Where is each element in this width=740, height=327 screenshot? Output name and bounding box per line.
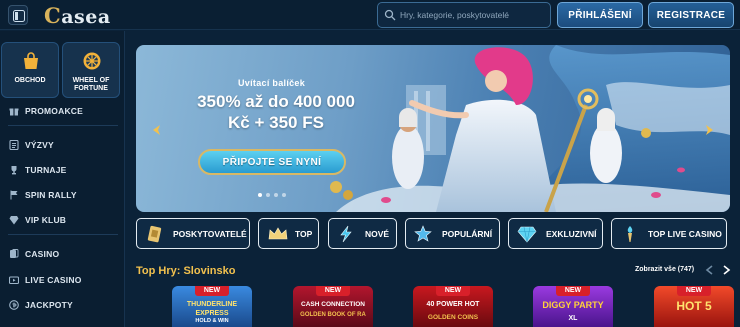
- category-chip-exkluzivni[interactable]: EXKLUZIVNÍ: [508, 218, 603, 249]
- torch-icon: [627, 226, 633, 242]
- banner-dot[interactable]: [282, 193, 286, 197]
- game-card-thunderline-express[interactable]: NEW THUNDERLINE EXPRESS HOLD & WIN: [172, 286, 252, 327]
- gift-icon: [9, 108, 19, 116]
- new-badge: NEW: [436, 286, 470, 296]
- category-chip-top[interactable]: TOP: [258, 218, 319, 249]
- shop-bag-icon: [24, 52, 38, 69]
- promo-banner[interactable]: Uvítací balíček 350% až do 400 000 Kč + …: [136, 45, 730, 212]
- checklist-icon: [9, 140, 19, 150]
- sidebar-tile-shop[interactable]: OBCHOD: [1, 42, 59, 98]
- sidebar-item-spin-rally[interactable]: SPIN RALLY: [0, 184, 124, 206]
- new-badge: NEW: [316, 286, 350, 296]
- game-card-hot-5[interactable]: NEW HOT 5: [654, 286, 734, 327]
- banner-dot[interactable]: [266, 193, 270, 197]
- flag-icon: [10, 190, 18, 200]
- new-badge: NEW: [195, 286, 229, 296]
- game-card-40-power-hot[interactable]: NEW 40 POWER HOT GOLDEN COINS: [413, 286, 493, 327]
- games-prev-icon[interactable]: [704, 264, 716, 276]
- sidebar-tile-label: WHEEL OF FORTUNE: [72, 77, 110, 92]
- sidebar-tile-wheel-of-fortune[interactable]: WHEEL OF FORTUNE: [62, 42, 120, 98]
- sidebar-divider: [8, 234, 118, 235]
- diamond-icon: [9, 216, 19, 225]
- game-title: HOT 5: [676, 299, 712, 313]
- banner-title: 350% až do 400 000 Kč + 350 FS: [176, 91, 376, 133]
- sidebar-item-label: CASINO: [25, 249, 60, 259]
- games-next-icon[interactable]: [720, 264, 732, 276]
- sidebar-tile-label: OBCHOD: [14, 77, 46, 84]
- sidebar-toggle-icon: [13, 10, 25, 22]
- sidebar-item-casino[interactable]: CASINO: [0, 243, 124, 265]
- new-badge: NEW: [677, 286, 711, 296]
- sidebar-item-jackpoty[interactable]: JACKPOTY: [0, 294, 124, 316]
- star-icon: [414, 225, 432, 242]
- sidebar-item-promoakce[interactable]: PROMOAKCE: [0, 100, 124, 122]
- category-chip-top-live-casino[interactable]: TOP LIVE CASINO: [611, 218, 727, 249]
- sidebar-item-label: PROMOAKCE: [25, 106, 83, 116]
- game-title: THUNDERLINE EXPRESS: [186, 301, 238, 317]
- category-chip-label: POSKYTOVATELÉ: [173, 229, 247, 239]
- sidebar-item-vip-klub[interactable]: VIP KLUB: [0, 209, 124, 231]
- sidebar-item-label: VÝZVY: [25, 140, 54, 150]
- jackpot-icon: [9, 300, 19, 310]
- banner-prev-arrow-icon[interactable]: [150, 123, 164, 137]
- sidebar-divider: [8, 125, 118, 126]
- banner-kicker: Uvítací balíček: [238, 78, 306, 88]
- wheel-icon: [83, 52, 101, 70]
- see-all-link[interactable]: Zobrazit vše (747): [635, 266, 694, 273]
- gem-icon: [517, 226, 537, 243]
- game-subtitle: HOLD & WIN: [195, 318, 229, 324]
- category-chip-nove[interactable]: NOVÉ: [328, 218, 397, 249]
- sidebar-item-label: VIP KLUB: [25, 215, 67, 225]
- search-box[interactable]: [377, 2, 551, 28]
- search-icon: [384, 9, 396, 21]
- sidebar-toggle-button[interactable]: [8, 5, 28, 25]
- new-badge: NEW: [556, 286, 590, 296]
- sidebar-item-label: JACKPOTY: [25, 300, 73, 310]
- game-title: 40 POWER HOT: [426, 301, 480, 308]
- category-chip-label: EXKLUZIVNÍ: [546, 229, 597, 239]
- cards-icon: [10, 249, 19, 258]
- join-now-button[interactable]: PŘIPOJTE SE NYNÍ: [198, 149, 346, 175]
- game-subtitle: XL: [568, 315, 578, 322]
- sidebar: OBCHOD WHEEL OF FORTUNE PROMOAKCE VÝZVY …: [0, 31, 125, 327]
- sidebar-item-label: LIVE CASINO: [25, 275, 82, 285]
- game-subtitle: GOLDEN COINS: [427, 314, 479, 321]
- crown-icon: [268, 227, 288, 240]
- banner-dot[interactable]: [274, 193, 278, 197]
- category-chip-label: TOP LIVE CASINO: [648, 229, 722, 239]
- sidebar-item-live-casino[interactable]: LIVE CASINO: [0, 269, 124, 291]
- banner-pagination: [258, 193, 286, 197]
- top-header: Casea PŘIHLÁŠENÍ REGISTRACE: [0, 0, 740, 30]
- sidebar-item-label: SPIN RALLY: [25, 190, 77, 200]
- sidebar-item-label: TURNAJE: [25, 165, 67, 175]
- category-chip-popularni[interactable]: POPULÁRNÍ: [405, 218, 500, 249]
- sidebar-item-turnaje[interactable]: TURNAJE: [0, 159, 124, 181]
- search-input[interactable]: [400, 6, 548, 24]
- game-title: DIGGY PARTY: [542, 300, 604, 310]
- game-title: CASH CONNECTION: [301, 301, 365, 308]
- trophy-icon: [11, 166, 17, 175]
- providers-icon: [147, 225, 162, 243]
- casea-logo[interactable]: Casea: [44, 3, 111, 28]
- game-card-cash-connection[interactable]: NEW CASH CONNECTION GOLDEN BOOK OF RA: [293, 286, 373, 327]
- game-subtitle: GOLDEN BOOK OF RA: [300, 312, 366, 318]
- lightning-icon: [340, 225, 352, 243]
- sidebar-item-vyzvy[interactable]: VÝZVY: [0, 134, 124, 156]
- banner-next-arrow-icon[interactable]: [702, 123, 716, 137]
- game-card-diggy-party[interactable]: NEW DIGGY PARTY XL: [533, 286, 613, 327]
- category-chip-poskytovatele[interactable]: POSKYTOVATELÉ: [136, 218, 250, 249]
- category-chip-label: POPULÁRNÍ: [442, 229, 493, 239]
- live-icon: [9, 276, 19, 285]
- top-games-title: Top Hry: Slovinsko: [136, 265, 236, 277]
- banner-dot[interactable]: [258, 193, 262, 197]
- banner-title-line: 350% až do 400 000: [197, 92, 355, 111]
- login-button[interactable]: PŘIHLÁŠENÍ: [557, 2, 643, 28]
- category-chip-label: NOVÉ: [365, 229, 390, 239]
- category-chip-label: TOP: [295, 229, 313, 239]
- register-button[interactable]: REGISTRACE: [648, 2, 734, 28]
- banner-title-line: Kč + 350 FS: [228, 113, 324, 132]
